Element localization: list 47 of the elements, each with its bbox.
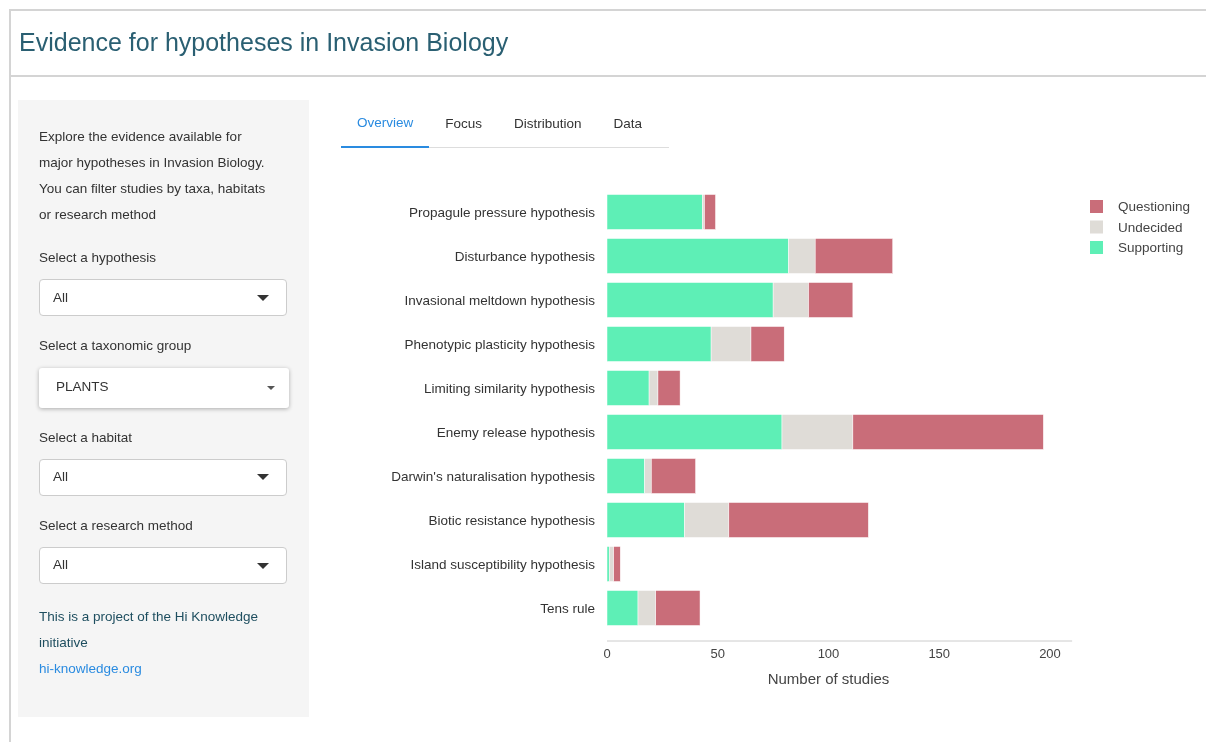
dropdown-value: All <box>53 288 68 307</box>
tick-label: 100 <box>817 646 840 661</box>
dropdown[interactable]: All <box>39 279 287 317</box>
legend-swatch <box>1090 200 1103 213</box>
legend-label[interactable]: Questioning <box>1118 199 1191 214</box>
intro-text: Explore the evidence available for major hypotheses in Invasion Biology. You can filter studies by taxa, habitats or research method <box>39 128 267 224</box>
bar-segment <box>750 326 785 362</box>
category-label: Phenotypic plasticity hypothesis <box>404 337 595 352</box>
caret-icon <box>267 385 275 390</box>
dropdown[interactable]: All <box>39 547 287 584</box>
tab[interactable]: Data <box>597 100 659 148</box>
legend-label[interactable]: Supporting <box>1118 240 1184 255</box>
caret-icon <box>257 294 269 301</box>
category-label: Darwin's naturalisation hypothesis <box>391 469 595 484</box>
dropdown[interactable]: PLANTS <box>39 367 289 408</box>
category-label: Propagule pressure hypothesis <box>408 205 595 220</box>
dropdown[interactable]: All <box>39 458 287 496</box>
tick-label: 50 <box>710 646 725 661</box>
select-label: Select a hypothesis <box>39 249 158 267</box>
legend-swatch <box>1090 220 1103 234</box>
tick-label: 150 <box>928 646 951 661</box>
tab[interactable]: Overview <box>341 100 430 148</box>
axis-title: Number of studies <box>767 670 890 687</box>
tick-label: 0 <box>603 646 611 661</box>
select-label: Select a taxonomic group <box>39 337 193 356</box>
select-label: Select a research method <box>39 516 194 535</box>
dropdown-value: All <box>53 468 68 487</box>
legend-swatch <box>1090 241 1103 254</box>
page-title: Evidence for hypotheses in Invasion Biology <box>19 27 509 59</box>
bar-segment <box>808 282 854 318</box>
dropdown-value: All <box>53 556 68 575</box>
category-label: Invasional meltdown hypothesis <box>404 293 595 308</box>
category-label: Tens rule <box>540 601 595 616</box>
tick-label: 200 <box>1039 646 1061 661</box>
caret-icon <box>257 562 269 569</box>
category-label: Disturbance hypothesis <box>454 249 595 264</box>
caret-icon <box>257 474 269 481</box>
category-label: Limiting similarity hypothesis <box>423 381 595 396</box>
footer-text: This is a project of the Hi Knowledge initiative <box>39 608 260 652</box>
dropdown-value: PLANTS <box>56 378 109 397</box>
category-label: Island susceptibility hypothesis <box>410 557 595 572</box>
select-label: Select a habitat <box>39 428 134 447</box>
category-label: Enemy release hypothesis <box>436 425 595 440</box>
tab[interactable]: Distribution <box>498 100 598 148</box>
category-label: Biotic resistance hypothesis <box>428 513 595 528</box>
legend-label[interactable]: Undecided <box>1118 219 1183 235</box>
tab[interactable]: Focus <box>429 100 499 148</box>
